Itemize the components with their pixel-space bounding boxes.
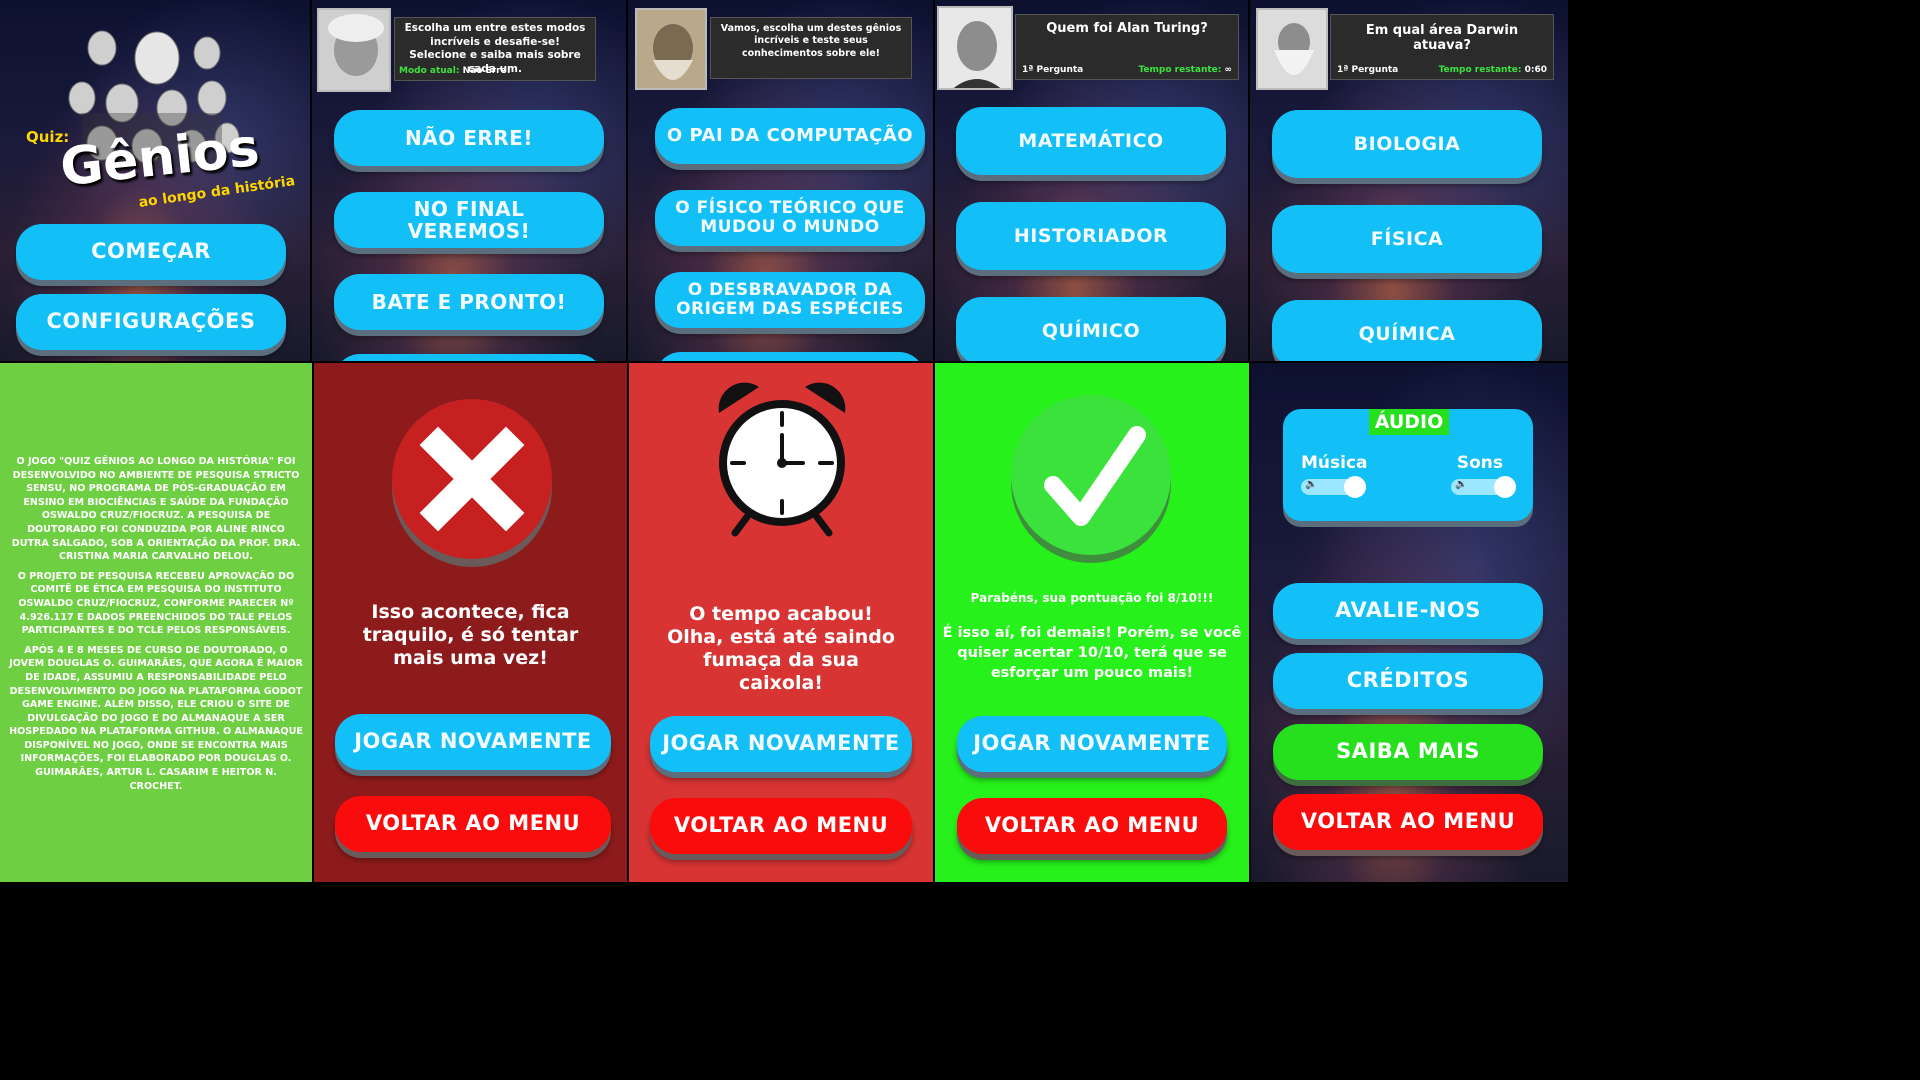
speaker-icon: 🔈 [1305,479,1318,490]
turing-question-screen: Quem foi Alan Turing? 1ª Pergunta Tempo … [935,0,1248,361]
alarm-clock-icon [711,377,853,537]
answer-button[interactable]: FÍSICA [1272,205,1542,273]
answer-button[interactable]: MATEMÁTICO [956,107,1226,175]
audio-settings-card: ÁUDIO Música Sons 🔈 🔈 [1283,409,1533,521]
success-message: É isso aí, foi demais! Porém, se você qu… [942,625,1242,681]
mode-option-button[interactable]: NÃO ERRE! [334,110,604,166]
mode-option-button[interactable]: BATE E PRONTO! [334,274,604,330]
da-vinci-portrait [635,8,707,90]
back-to-menu-button[interactable]: VOLTAR AO MENU [650,798,912,854]
sounds-volume-slider[interactable]: 🔈 [1451,476,1517,498]
genius-prompt-text: Vamos, escolha um destes gênios incrívei… [720,23,902,59]
speaker-icon: 🔈 [1455,479,1468,490]
time-remaining-label: Tempo restante: [1138,65,1222,75]
time-remaining-value: 0:60 [1524,65,1547,75]
play-again-button[interactable]: JOGAR NOVAMENTE [335,714,611,770]
start-button[interactable]: COMEÇAR [16,224,286,280]
einstein-portrait [317,8,391,92]
time-remaining-value: ∞ [1224,65,1233,75]
darwin-question-screen: Em qual área Darwin atuava? 1ª Pergunta … [1250,0,1568,361]
music-label: Música [1301,453,1368,473]
genius-option-button-partial[interactable] [655,352,925,361]
question-counter: 1ª Pergunta [1337,65,1399,75]
turing-question-card: Quem foi Alan Turing? 1ª Pergunta Tempo … [1015,14,1239,80]
genius-select-screen: Vamos, escolha um destes gênios incrívei… [628,0,933,361]
checkmark-icon [1005,391,1177,563]
answer-button[interactable]: HISTORIADOR [956,202,1226,270]
learn-more-button[interactable]: SAIBA MAIS [1273,724,1543,780]
credits-button[interactable]: CRÉDITOS [1273,653,1543,709]
sounds-label: Sons [1456,453,1503,473]
turing-portrait [937,6,1013,90]
genius-option-button[interactable]: O FÍSICO TEÓRICO QUE MUDOU O MUNDO [655,190,925,246]
audio-section-title: ÁUDIO [1369,409,1449,435]
play-again-button[interactable]: JOGAR NOVAMENTE [650,716,912,772]
answer-button[interactable]: QUÍMICO [956,297,1226,361]
music-volume-knob[interactable] [1344,476,1367,498]
answer-button[interactable]: QUÍMICA [1272,300,1542,361]
about-paragraph: O JOGO "QUIZ GÊNIOS AO LONGO DA HISTÓRIA… [11,456,301,563]
about-text: O JOGO "QUIZ GÊNIOS AO LONGO DA HISTÓRIA… [8,455,304,793]
rate-us-button[interactable]: AVALIE-NOS [1273,583,1543,639]
back-to-menu-button[interactable]: VOLTAR AO MENU [1273,794,1543,850]
question-text: Em qual área Darwin atuava? [1365,23,1519,53]
about-screen: O JOGO "QUIZ GÊNIOS AO LONGO DA HISTÓRIA… [0,363,312,882]
score-line: Parabéns, sua pontuação foi 8/10!!! [970,591,1214,605]
answer-button[interactable]: BIOLOGIA [1272,110,1542,178]
time-remaining-label: Tempo restante: [1438,65,1522,75]
x-mark-icon [386,395,558,567]
success-screen: Parabéns, sua pontuação foi 8/10!!! É is… [935,363,1249,882]
timeout-screen: O tempo acabou! Olha, está até saindo fu… [629,363,933,882]
darwin-question-card: Em qual área Darwin atuava? 1ª Pergunta … [1330,14,1554,80]
genius-prompt-card: Vamos, escolha um destes gênios incrívei… [710,17,912,79]
about-paragraph: O PROJETO DE PESQUISA RECEBEU APROVAÇÃO … [17,570,295,637]
wrong-answer-screen: Isso acontece, fica traquilo, é só tenta… [314,363,627,882]
mode-option-button-partial[interactable] [334,354,604,361]
music-volume-slider[interactable]: 🔈 [1301,476,1367,498]
mode-select-screen: Escolha um entre estes modos incríveis e… [312,0,626,361]
main-menu-screen: Quiz: Gênios ao longo da história COMEÇA… [0,0,310,361]
genius-option-button[interactable]: O PAI DA COMPUTAÇÃO [655,108,925,164]
question-counter: 1ª Pergunta [1022,65,1084,75]
mode-prompt-card: Escolha um entre estes modos incríveis e… [394,17,596,81]
back-to-menu-button[interactable]: VOLTAR AO MENU [335,796,611,852]
genius-option-button[interactable]: O DESBRAVADOR DA ORIGEM DAS ESPÉCIES [655,272,925,328]
back-to-menu-button[interactable]: VOLTAR AO MENU [957,798,1227,854]
wrong-message: Isso acontece, fica traquilo, é só tenta… [362,601,579,669]
timeout-message: O tempo acabou! Olha, está até saindo fu… [667,603,895,694]
settings-screen: ÁUDIO Música Sons 🔈 🔈 AVALIE-NOS CRÉDITO… [1251,363,1568,882]
sounds-volume-knob[interactable] [1494,476,1517,498]
mode-option-button[interactable]: NO FINAL VEREMOS! [334,192,604,248]
about-paragraph: APÓS 4 E 8 MESES DE CURSO DE DOUTORADO, … [9,644,303,792]
play-again-button[interactable]: JOGAR NOVAMENTE [957,716,1227,772]
current-mode-label: Modo atual: [399,66,460,76]
settings-button[interactable]: CONFIGURAÇÕES [16,294,286,350]
current-mode-value: Não Erre! [462,66,511,76]
darwin-portrait [1256,8,1328,90]
question-text: Quem foi Alan Turing? [1046,21,1208,36]
